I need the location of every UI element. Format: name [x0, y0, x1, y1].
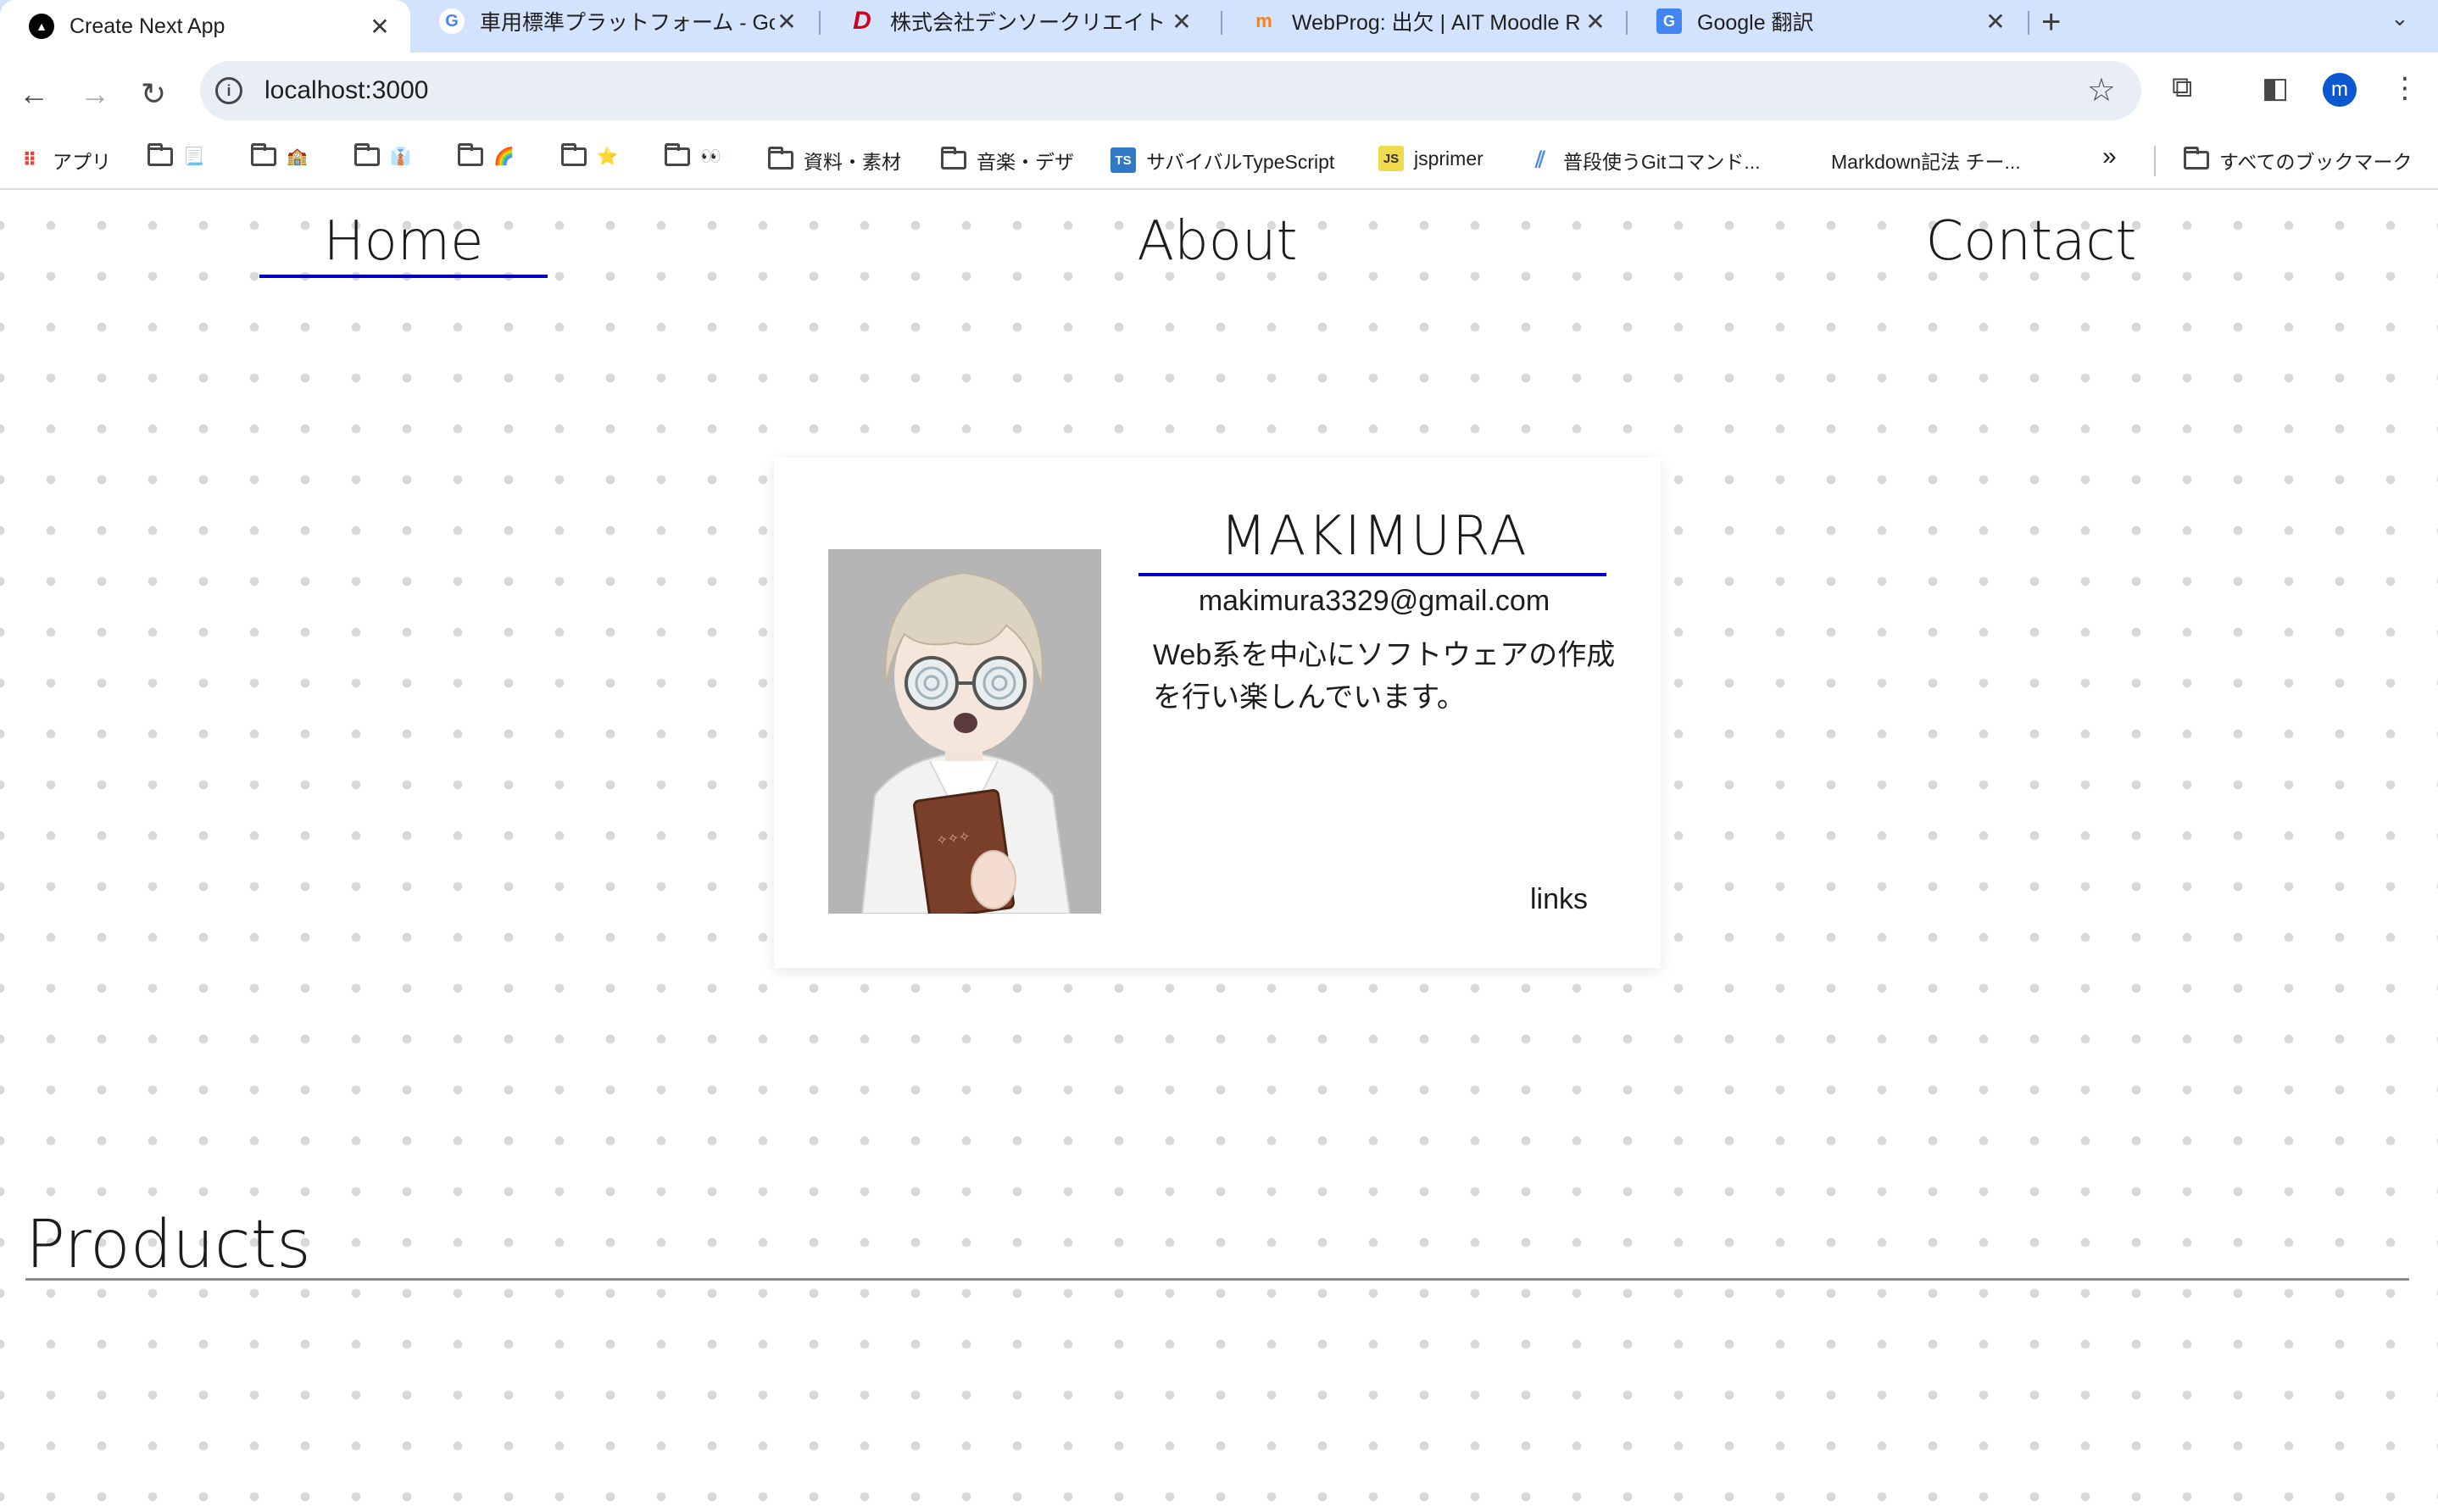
browser-tab-strip: ▲ Create Next App ✕ G 車用標準プラットフォーム - Goo… — [0, 0, 2438, 53]
bookmark-folder[interactable]: 👔 — [354, 142, 411, 167]
bookmarks-bar: ⠿ アプリ 📃 🏫 👔 🌈 ⭐ 👀 資料・素材 音楽・デザ TS サバイバルTy… — [0, 134, 2438, 190]
folder-icon — [251, 142, 276, 166]
tab-google-translate[interactable]: G Google 翻訳 ✕ — [1628, 0, 2026, 42]
bookmark-folder[interactable]: ⭐ — [561, 142, 618, 167]
tab-google[interactable]: G 車用標準プラットフォーム - Goo ✕ — [410, 0, 817, 42]
links-link[interactable]: links — [1530, 883, 1588, 916]
close-tab-icon[interactable]: ✕ — [1584, 8, 1607, 36]
new-tab-button[interactable]: + — [2041, 3, 2061, 42]
products-heading: Products — [25, 1207, 311, 1283]
back-arrow-icon[interactable]: ← — [19, 76, 49, 112]
forward-arrow-icon[interactable]: → — [80, 76, 110, 112]
profile-email: makimura3329@gmail.com — [1198, 585, 1550, 617]
bookmark-apps[interactable]: ⠿ アプリ — [17, 146, 111, 175]
more-bookmarks-chevron-icon[interactable]: » — [2102, 142, 2117, 171]
profile-avatar[interactable]: m — [2323, 73, 2357, 107]
folder-icon — [665, 142, 690, 166]
menu-kebab-icon[interactable]: ⋮ — [2391, 71, 2419, 105]
folder-icon — [458, 142, 483, 166]
moodle-icon: m — [1255, 10, 1272, 31]
close-tab-icon[interactable]: ✕ — [1984, 8, 2007, 36]
folder-icon — [768, 147, 793, 170]
tab-create-next-app[interactable]: ▲ Create Next App ✕ — [0, 0, 410, 53]
folder-icon — [148, 142, 173, 166]
bookmark-folder[interactable]: 👀 — [665, 142, 721, 167]
bookmark-folder-music[interactable]: 音楽・デザ — [941, 146, 1074, 175]
profile-bio: Web系を中心にソフトウェアの作成を行い楽しんでいます。 — [1153, 639, 1616, 714]
profile-avatar-illustration: ✧✧✧ — [828, 549, 1101, 914]
nextjs-triangle-icon: ▲ — [29, 14, 54, 39]
browser-toolbar: ← → ↻ i localhost:3000 ☆ ⧉ ◧ m ⋮ — [0, 53, 2438, 134]
folder-icon — [2184, 147, 2209, 170]
tab-search-chevron-icon[interactable]: ⌄ — [2391, 5, 2409, 31]
close-tab-icon[interactable]: ✕ — [1170, 8, 1194, 36]
close-tab-icon[interactable]: ✕ — [368, 13, 392, 41]
bookmark-jsprimer[interactable]: JS jsprimer — [1378, 146, 1483, 171]
bookmark-divider — [2154, 146, 2156, 176]
reload-icon[interactable]: ↻ — [141, 76, 166, 112]
extensions-puzzle-icon[interactable]: ⧉ — [2172, 71, 2192, 104]
folder-icon — [354, 142, 380, 166]
bookmark-star-icon[interactable]: ☆ — [2087, 71, 2116, 109]
address-bar[interactable]: i localhost:3000 ☆ — [200, 61, 2141, 120]
page-content: Home About Contact ✧✧✧ MAKIMURA makimura… — [0, 190, 2438, 1512]
nav-about-link[interactable]: About — [1048, 210, 1387, 273]
bookmark-markdown[interactable]: Markdown記法 チー... — [1831, 146, 2021, 175]
folder-icon — [941, 147, 966, 170]
bookmark-all-bookmarks[interactable]: すべてのブックマーク — [2184, 146, 2412, 175]
character-illustration: ✧✧✧ — [828, 549, 1101, 914]
folder-icon — [561, 142, 587, 166]
profile-name: MAKIMURA — [1220, 505, 1528, 568]
site-info-icon[interactable]: i — [215, 77, 242, 104]
nav-contact-link[interactable]: Contact — [1862, 210, 2201, 273]
bookmark-survival-typescript[interactable]: TS サバイバルTypeScript — [1110, 146, 1334, 175]
tab-divider — [2028, 11, 2029, 35]
denso-d-icon: D — [853, 7, 871, 35]
name-underline — [1138, 573, 1606, 576]
google-g-icon: G — [439, 8, 465, 34]
bookmark-git-commands[interactable]: ⫽ 普段使うGitコマンド... — [1528, 146, 1760, 175]
products-divider — [25, 1278, 2409, 1281]
tab-denso-create[interactable]: D 株式会社デンソークリエイト 公式 ✕ — [821, 0, 1212, 42]
tab-moodle[interactable]: m WebProg: 出欠 | AIT Moodle R ✕ — [1222, 0, 1626, 42]
ts-icon: TS — [1110, 147, 1136, 173]
bookmark-folder-materials[interactable]: 資料・素材 — [768, 146, 901, 175]
profile-card: ✧✧✧ MAKIMURA makimura3329@gmail.com Web系… — [774, 458, 1661, 968]
stripe-icon: ⫽ — [1535, 147, 1545, 172]
bookmark-folder[interactable]: 🏫 — [251, 142, 308, 167]
side-panel-icon[interactable]: ◧ — [2262, 71, 2289, 105]
url-text[interactable]: localhost:3000 — [264, 76, 428, 105]
google-translate-icon: G — [1656, 8, 1682, 34]
close-tab-icon[interactable]: ✕ — [775, 8, 799, 36]
bookmark-folder[interactable]: 📃 — [148, 142, 204, 167]
nav-active-underline — [259, 275, 548, 278]
nav-home-link[interactable]: Home — [259, 210, 548, 273]
js-icon: JS — [1378, 146, 1404, 171]
bookmark-folder[interactable]: 🌈 — [458, 142, 515, 167]
apps-grid-icon: ⠿ — [22, 149, 37, 170]
